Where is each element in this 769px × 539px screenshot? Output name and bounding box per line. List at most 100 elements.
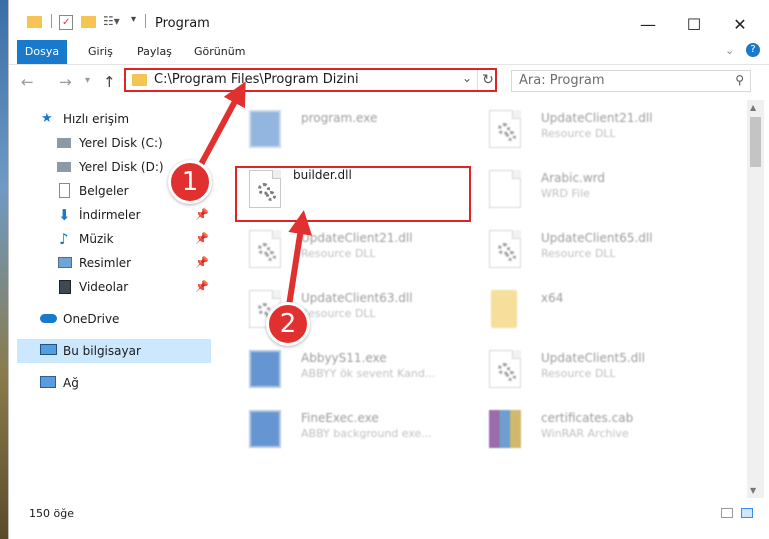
chevron-down-icon[interactable]: ⌄ (725, 44, 734, 57)
sidebar-item-label: Hızlı erişim (63, 112, 130, 126)
back-icon[interactable]: ← (21, 73, 34, 91)
file-type: Resource DLL (301, 247, 376, 260)
pin-icon[interactable]: 📌 (195, 251, 209, 275)
folder-icon (132, 74, 147, 86)
list-item[interactable]: FineExec.exe ABBY background exe... (237, 402, 457, 452)
dll-icon (249, 230, 281, 268)
minimize-button[interactable]: — (625, 10, 671, 38)
pin-icon[interactable]: 📌 (195, 203, 209, 227)
search-icon: ⚲ (735, 73, 744, 87)
search-input[interactable]: Ara: Program ⚲ (511, 70, 751, 92)
sidebar-item-label: Ağ (63, 376, 79, 390)
pictures-icon (58, 257, 72, 268)
vertical-scrollbar[interactable]: ▲ ▼ (747, 100, 764, 498)
file-type: WRD File (541, 187, 590, 200)
file-name: FineExec.exe (301, 411, 379, 425)
file-type: Resource DLL (541, 247, 616, 260)
window-title: Program (155, 16, 210, 31)
sidebar-item-label: Videolar (79, 280, 129, 294)
ribbon-tabs: Dosya Giriş Paylaş Görünüm ⌄ ? (9, 40, 769, 65)
exe-icon (249, 410, 281, 448)
large-icons-view-icon[interactable] (741, 508, 753, 518)
properties-icon[interactable]: ✓ (59, 14, 77, 30)
music-icon: ♪ (59, 230, 69, 248)
sidebar-item-music[interactable]: ♪ Müzik 📌 (17, 227, 211, 251)
file-name: Arabic.wrd (541, 171, 606, 185)
tab-view[interactable]: Görünüm (185, 40, 254, 64)
chevron-down-icon[interactable]: ⌄ (462, 71, 472, 85)
tab-share[interactable]: Paylaş (128, 40, 181, 64)
list-item[interactable]: AbbyyS11.exe ABBYY ök sevent Kand... (237, 342, 457, 392)
drive-icon (57, 162, 71, 172)
file-type: WinRAR Archive (541, 427, 629, 440)
file-name: x64 (541, 291, 564, 305)
sidebar-item-videos[interactable]: Videolar 📌 (17, 275, 211, 299)
list-item[interactable]: UpdateClient21.dll Resource DLL (477, 102, 697, 152)
view-options-icon[interactable]: ☷▾ (103, 14, 121, 30)
dll-icon (489, 110, 521, 148)
sidebar-item-label: Resimler (79, 256, 132, 270)
folder-icon (27, 14, 45, 30)
list-item[interactable]: UpdateClient5.dll Resource DLL (477, 342, 697, 392)
help-icon[interactable]: ? (746, 43, 760, 57)
videos-icon (59, 280, 71, 294)
sidebar-item-network[interactable]: Ağ (17, 371, 211, 395)
refresh-icon[interactable]: ↻ (477, 70, 498, 90)
sidebar-item-label: OneDrive (63, 312, 120, 326)
dll-icon (489, 230, 521, 268)
address-path: C:\Program Files\Program Dizini (154, 72, 359, 87)
documents-icon (59, 183, 70, 198)
network-icon (40, 376, 56, 388)
file-name: UpdateClient5.dll (541, 351, 645, 365)
sidebar-item-label: Belgeler (79, 184, 129, 198)
recent-locations-icon[interactable]: ▾ (85, 75, 90, 86)
maximize-button[interactable]: ☐ (671, 10, 717, 38)
pin-icon[interactable]: 📌 (195, 275, 209, 299)
sidebar-item-pictures[interactable]: Resimler 📌 (17, 251, 211, 275)
step-badge-1: 1 (168, 160, 212, 204)
list-item[interactable]: certificates.cab WinRAR Archive (477, 402, 697, 452)
sidebar-item-label: Yerel Disk (D:) (79, 160, 164, 174)
file-name: UpdateClient21.dll (301, 231, 413, 245)
tab-file[interactable]: Dosya (17, 40, 67, 64)
tab-home[interactable]: Giriş (79, 40, 122, 64)
forward-icon[interactable]: → (59, 73, 72, 91)
list-item[interactable]: program.exe (237, 102, 457, 152)
file-type: ABBY background exe... (301, 427, 432, 440)
scroll-up-icon[interactable]: ▲ (750, 103, 756, 112)
onedrive-icon (40, 314, 57, 323)
list-item[interactable]: Arabic.wrd WRD File (477, 162, 697, 212)
address-row: ← → ▾ ↑ C:\Program Files\Program Dizini … (9, 65, 769, 99)
scroll-down-icon[interactable]: ▼ (750, 486, 756, 495)
file-name: UpdateClient63.dll (301, 291, 413, 305)
file-name: certificates.cab (541, 411, 634, 425)
scroll-thumb[interactable] (750, 117, 761, 167)
download-icon: ⬇ (58, 206, 71, 224)
rar-icon (489, 410, 521, 448)
sidebar-item-downloads[interactable]: ⬇ İndirmeler 📌 (17, 203, 211, 227)
sidebar-item-label: İndirmeler (79, 208, 141, 222)
list-item[interactable]: UpdateClient65.dll Resource DLL (477, 222, 697, 272)
close-button[interactable]: ✕ (717, 10, 763, 38)
title-bar: ✓ ☷▾ ▾ Program — ☐ ✕ (9, 0, 769, 40)
list-item[interactable]: UpdateClient21.dll Resource DLL (237, 222, 457, 272)
address-bar[interactable]: C:\Program Files\Program Dizini ⌄ (124, 68, 497, 92)
pin-icon[interactable]: 📌 (195, 227, 209, 251)
item-count: 150 öğe (29, 507, 74, 520)
search-placeholder: Ara: Program (519, 73, 605, 88)
file-icon (489, 170, 521, 208)
details-view-icon[interactable] (721, 508, 733, 518)
folder-icon (491, 290, 517, 328)
up-icon[interactable]: ↑ (103, 73, 116, 91)
status-bar: 150 öğe (9, 498, 769, 528)
new-folder-icon[interactable] (81, 14, 99, 30)
list-item[interactable]: x64 (477, 282, 697, 332)
file-name: program.exe (301, 111, 378, 125)
file-name: UpdateClient65.dll (541, 231, 653, 245)
sidebar-item-onedrive[interactable]: OneDrive (17, 307, 211, 331)
sidebar-item-this-pc[interactable]: Bu bilgisayar (17, 339, 211, 363)
sidebar-item-quick-access[interactable]: ★ Hızlı erişim (17, 107, 211, 131)
sidebar-item-local-disk-c[interactable]: Yerel Disk (C:) (17, 131, 211, 155)
file-type: ABBYY ök sevent Kand... (301, 367, 436, 380)
file-type: Resource DLL (541, 367, 616, 380)
